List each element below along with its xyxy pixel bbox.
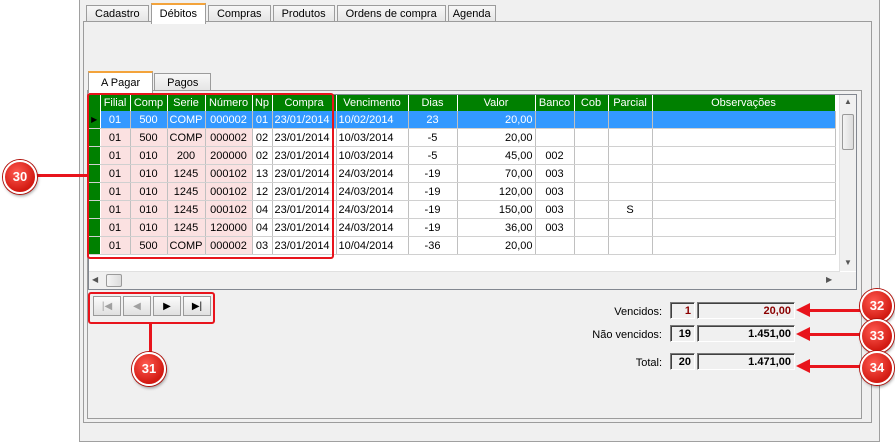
scrollbar-corner: [840, 272, 856, 289]
vertical-scrollbar[interactable]: ▲ ▼: [839, 95, 856, 271]
table-cell[interactable]: S: [608, 200, 653, 219]
table-cell[interactable]: [608, 146, 653, 165]
table-cell[interactable]: [574, 128, 609, 147]
column-header[interactable]: Banco: [535, 95, 575, 111]
table-cell[interactable]: -36: [408, 236, 458, 255]
table-cell[interactable]: 45,00: [457, 146, 536, 165]
table-cell[interactable]: -19: [408, 164, 458, 183]
total-label: Total:: [635, 357, 662, 369]
horizontal-scrollbar[interactable]: ◀ ▶: [89, 271, 840, 289]
callout-34-badge: 34: [860, 351, 894, 385]
table-cell[interactable]: 20,00: [457, 236, 536, 255]
table-cell[interactable]: [652, 182, 836, 201]
vencidos-label: Vencidos:: [614, 306, 662, 318]
callout-30-badge: 30: [3, 160, 37, 194]
subtab-a-pagar[interactable]: A Pagar: [88, 71, 154, 93]
table-cell[interactable]: [574, 111, 609, 129]
table-cell[interactable]: 002: [535, 146, 575, 165]
table-cell[interactable]: [652, 236, 836, 255]
table-cell[interactable]: 150,00: [457, 200, 536, 219]
table-cell[interactable]: -5: [408, 146, 458, 165]
column-header[interactable]: Cob: [574, 95, 609, 111]
table-cell[interactable]: [574, 182, 609, 201]
vertical-scroll-thumb[interactable]: [842, 114, 854, 150]
table-cell[interactable]: 24/03/2014: [336, 200, 409, 219]
table-cell[interactable]: [608, 218, 653, 237]
tab-debitos[interactable]: Débitos: [150, 3, 206, 24]
table-cell[interactable]: [652, 146, 836, 165]
table-cell[interactable]: [608, 236, 653, 255]
nao-vencidos-value: 1.451,00: [697, 325, 795, 342]
table-cell[interactable]: [574, 146, 609, 165]
column-header[interactable]: Parcial: [608, 95, 653, 111]
vencidos-value: 20,00: [697, 302, 795, 319]
nao-vencidos-count: 19: [670, 325, 695, 342]
table-cell[interactable]: [652, 128, 836, 147]
total-value: 1.471,00: [697, 353, 795, 370]
table-cell[interactable]: 10/03/2014: [336, 146, 409, 165]
table-cell[interactable]: [608, 182, 653, 201]
table-cell[interactable]: 003: [535, 182, 575, 201]
table-cell[interactable]: 24/03/2014: [336, 182, 409, 201]
table-cell[interactable]: [652, 164, 836, 183]
callout-33-badge: 33: [860, 319, 894, 353]
table-cell[interactable]: [652, 200, 836, 219]
table-cell[interactable]: -19: [408, 200, 458, 219]
sub-tabs: A Pagar Pagos: [88, 71, 212, 93]
callout-32-line: [808, 309, 864, 312]
navigator-highlight-box: [88, 292, 215, 324]
table-cell[interactable]: [574, 164, 609, 183]
table-cell[interactable]: [608, 128, 653, 147]
column-header[interactable]: Valor: [457, 95, 536, 111]
table-cell[interactable]: 120,00: [457, 182, 536, 201]
table-cell[interactable]: -19: [408, 218, 458, 237]
table-cell[interactable]: 10/03/2014: [336, 128, 409, 147]
table-cell[interactable]: 20,00: [457, 111, 536, 129]
table-cell[interactable]: 10/04/2014: [336, 236, 409, 255]
scroll-left-icon[interactable]: ◀: [92, 275, 98, 284]
table-cell[interactable]: [574, 236, 609, 255]
column-header[interactable]: Observações: [652, 95, 836, 111]
table-cell[interactable]: -5: [408, 128, 458, 147]
table-cell[interactable]: [608, 164, 653, 183]
table-cell[interactable]: [652, 218, 836, 237]
scroll-right-icon[interactable]: ▶: [826, 275, 832, 284]
column-header[interactable]: Dias: [408, 95, 458, 111]
table-cell[interactable]: 23: [408, 111, 458, 129]
callout-34-line: [808, 365, 864, 368]
column-header[interactable]: Vencimento: [336, 95, 409, 111]
callout-31-line: [149, 324, 152, 354]
table-cell[interactable]: 10/02/2014: [336, 111, 409, 129]
vencidos-count: 1: [670, 302, 695, 319]
table-cell[interactable]: [574, 200, 609, 219]
table-cell[interactable]: 003: [535, 164, 575, 183]
table-cell[interactable]: -19: [408, 182, 458, 201]
main-tabs: Cadastro Débitos Compras Produtos Ordens…: [86, 3, 498, 24]
table-cell[interactable]: [535, 236, 575, 255]
table-cell[interactable]: 003: [535, 218, 575, 237]
grid-highlight-box: [87, 93, 334, 259]
callout-31-badge: 31: [132, 352, 166, 386]
table-cell[interactable]: 24/03/2014: [336, 164, 409, 183]
horizontal-scroll-thumb[interactable]: [106, 274, 122, 287]
table-cell[interactable]: 70,00: [457, 164, 536, 183]
table-cell[interactable]: [574, 218, 609, 237]
table-cell[interactable]: [535, 128, 575, 147]
callout-30-line: [36, 174, 88, 177]
table-cell[interactable]: [608, 111, 653, 129]
nao-vencidos-label: Não vencidos:: [592, 329, 662, 341]
table-cell[interactable]: 003: [535, 200, 575, 219]
table-cell[interactable]: 36,00: [457, 218, 536, 237]
scroll-down-icon[interactable]: ▼: [844, 258, 852, 267]
callout-33-line: [808, 333, 864, 336]
table-cell[interactable]: 20,00: [457, 128, 536, 147]
callout-32-badge: 32: [860, 289, 894, 323]
total-count: 20: [670, 353, 695, 370]
scroll-up-icon[interactable]: ▲: [844, 97, 852, 106]
table-cell[interactable]: [652, 111, 836, 129]
table-cell[interactable]: [535, 111, 575, 129]
table-cell[interactable]: 24/03/2014: [336, 218, 409, 237]
